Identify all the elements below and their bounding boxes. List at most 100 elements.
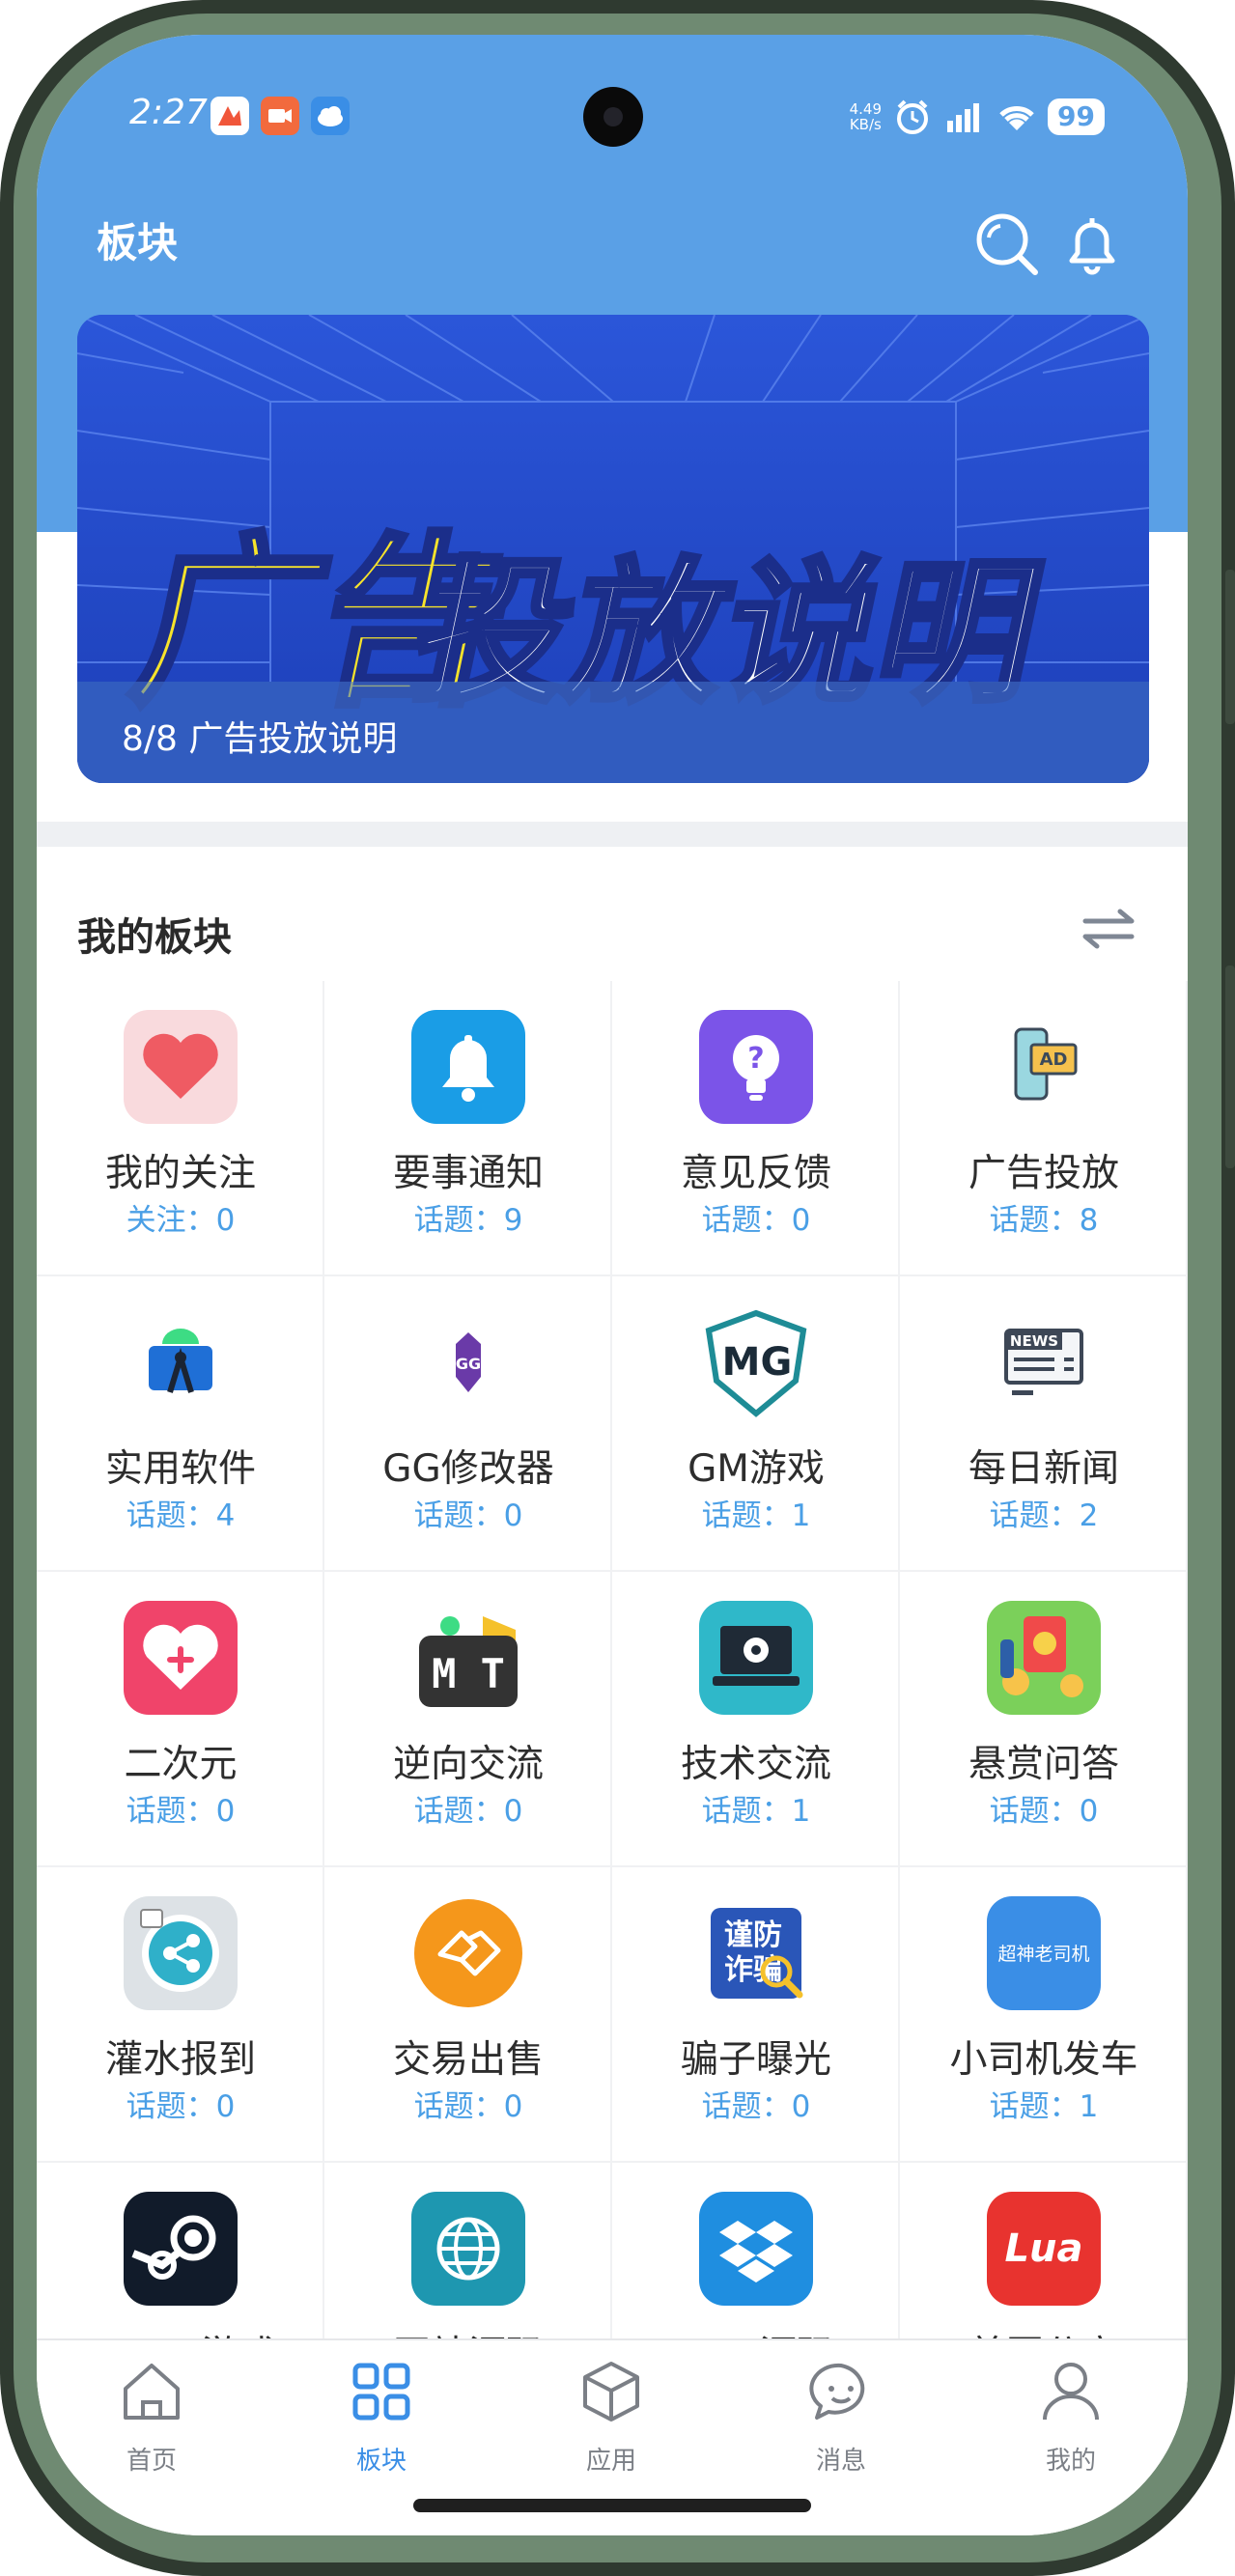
fraud-icon-text-top: 谨防 xyxy=(724,1918,782,1952)
board-stat: 话题：0 xyxy=(413,1794,523,1829)
search-icon[interactable] xyxy=(973,210,1041,278)
swap-arrows-icon[interactable] xyxy=(1078,902,1139,956)
network-speed-unit: KB/s xyxy=(849,116,882,133)
nav-boards[interactable]: 板块 xyxy=(267,2358,496,2483)
gg-icon-text: GG xyxy=(456,1355,481,1373)
android-studio-icon xyxy=(124,1305,238,1419)
nav-label: 消息 xyxy=(815,2447,866,2476)
battery-level: 99 xyxy=(1048,98,1105,135)
board-item[interactable]: NEWS 每日新闻 话题：2 xyxy=(900,1276,1188,1572)
board-stat: 话题：4 xyxy=(126,1498,236,1533)
home-indicator[interactable] xyxy=(413,2499,811,2512)
board-item[interactable]: AD 广告投放 话题：8 xyxy=(900,981,1188,1276)
board-item[interactable]: 我的关注 关注：0 xyxy=(37,981,324,1276)
bell-icon[interactable] xyxy=(1058,210,1126,278)
phone-frame: 2:27 4.49 KB/s 99 板块 广告 投放说明 8/8 广告投放说明 … xyxy=(0,0,1235,2576)
board-stat: 话题：1 xyxy=(989,2089,1099,2124)
status-indicators: 4.49 KB/s 99 xyxy=(850,93,1105,141)
board-stat: 话题：2 xyxy=(989,1498,1099,1533)
signal-icon xyxy=(947,103,980,132)
reward-icon xyxy=(987,1601,1101,1715)
board-item[interactable]: M T 逆向交流 话题：0 xyxy=(324,1572,612,1867)
board-stat: 话题：8 xyxy=(989,1203,1099,1238)
mg-icon-text: MG xyxy=(722,1340,793,1385)
board-stat: 话题：0 xyxy=(701,1203,811,1238)
board-item[interactable]: 实用软件 话题：4 xyxy=(37,1276,324,1572)
driver-icon: 超神老司机 xyxy=(987,1896,1101,2010)
board-name: 每日新闻 xyxy=(968,1447,1119,1491)
board-item[interactable]: MG GM游戏 话题：1 xyxy=(612,1276,900,1572)
board-item[interactable]: 要事通知 话题：9 xyxy=(324,981,612,1276)
board-stat: 话题：9 xyxy=(413,1203,523,1238)
nav-profile[interactable]: 我的 xyxy=(956,2358,1186,2483)
bell-icon xyxy=(411,1010,525,1124)
network-speed-value: 4.49 xyxy=(849,100,883,118)
board-stat: 话题：1 xyxy=(701,1794,811,1829)
laptop-gear-icon xyxy=(699,1601,813,1715)
mg-shield-icon: MG xyxy=(699,1305,813,1419)
section-header: 我的板块 xyxy=(37,884,1188,981)
share-icon xyxy=(124,1896,238,2010)
grid-icon xyxy=(352,2363,410,2421)
nav-label: 我的 xyxy=(1045,2447,1096,2476)
board-item[interactable]: 灌水报到 话题：0 xyxy=(37,1867,324,2163)
cube-icon xyxy=(583,2362,639,2422)
dropbox-icon xyxy=(699,2192,813,2306)
banner-caption-text: 8/8 广告投放说明 xyxy=(122,719,398,759)
board-stat: 话题：0 xyxy=(989,1794,1099,1829)
lightbulb-question-icon: ? xyxy=(699,1010,813,1124)
globe-icon xyxy=(411,2192,525,2306)
title-bar: 板块 xyxy=(37,189,1188,295)
board-stat: 话题：0 xyxy=(126,1794,236,1829)
board-item[interactable]: GG GG修改器 话题：0 xyxy=(324,1276,612,1572)
handshake-icon xyxy=(411,1896,525,2010)
ad-icon-text: AD xyxy=(1040,1050,1068,1070)
nav-apps[interactable]: 应用 xyxy=(496,2358,726,2483)
newspaper-icon: NEWS xyxy=(987,1305,1101,1419)
video-app-icon xyxy=(261,97,299,135)
board-name: 灌水报到 xyxy=(104,2038,256,2082)
board-name: 悬赏问答 xyxy=(968,1743,1119,1786)
board-name: GG修改器 xyxy=(382,1447,554,1491)
screen: 2:27 4.49 KB/s 99 板块 广告 投放说明 8/8 广告投放说明 … xyxy=(37,35,1188,2535)
news-icon-text: NEWS xyxy=(1010,1332,1058,1350)
svg-text:?: ? xyxy=(747,1042,764,1076)
board-name: 二次元 xyxy=(124,1743,238,1786)
board-item[interactable]: 谨防 诈骗 骗子曝光 话题：0 xyxy=(612,1867,900,2163)
nav-label: 首页 xyxy=(126,2447,177,2476)
mt-manager-icon: M T xyxy=(411,1601,525,1715)
board-item[interactable]: 悬赏问答 话题：0 xyxy=(900,1572,1188,1867)
board-item[interactable]: 交易出售 话题：0 xyxy=(324,1867,612,2163)
steam-icon xyxy=(124,2192,238,2306)
banner-caption: 8/8 广告投放说明 xyxy=(77,682,1149,783)
wifi-icon xyxy=(999,106,1034,130)
lua-icon: Lua xyxy=(987,2192,1101,2306)
board-stat: 话题：0 xyxy=(413,2089,523,2124)
board-stat: 话题：0 xyxy=(701,2089,811,2124)
front-camera xyxy=(583,87,643,147)
board-name: 技术交流 xyxy=(680,1743,831,1786)
heart-plus-icon xyxy=(124,1601,238,1715)
nav-label: 板块 xyxy=(355,2447,407,2476)
ad-banner[interactable]: 广告 投放说明 8/8 广告投放说明 xyxy=(77,315,1149,783)
board-stat: 关注：0 xyxy=(126,1203,236,1238)
anti-fraud-icon: 谨防 诈骗 xyxy=(699,1896,813,2010)
volume-button xyxy=(1225,570,1235,724)
board-item[interactable]: 技术交流 话题：1 xyxy=(612,1572,900,1867)
section-title: 我的板块 xyxy=(77,915,232,960)
board-name: 骗子曝光 xyxy=(680,2038,831,2082)
huoshan-app-icon xyxy=(211,97,249,135)
chat-bubble-icon xyxy=(809,2363,865,2420)
board-item[interactable]: 超神老司机 小司机发车 话题：1 xyxy=(900,1867,1188,2163)
board-item[interactable]: 二次元 话题：0 xyxy=(37,1572,324,1867)
board-stat: 话题：0 xyxy=(413,1498,523,1533)
nav-home[interactable]: 首页 xyxy=(37,2358,267,2483)
page-title: 板块 xyxy=(97,219,179,266)
board-grid: 我的关注 关注：0 要事通知 话题：9 ? 意见反馈 话题：0 AD 广告投放 … xyxy=(37,981,1188,2439)
board-name: 交易出售 xyxy=(392,2038,544,2082)
board-item[interactable]: ? 意见反馈 话题：0 xyxy=(612,981,900,1276)
section-divider xyxy=(37,822,1188,847)
board-stat: 话题：1 xyxy=(701,1498,811,1533)
driver-icon-text: 超神老司机 xyxy=(997,1944,1089,1965)
nav-messages[interactable]: 消息 xyxy=(726,2358,956,2483)
